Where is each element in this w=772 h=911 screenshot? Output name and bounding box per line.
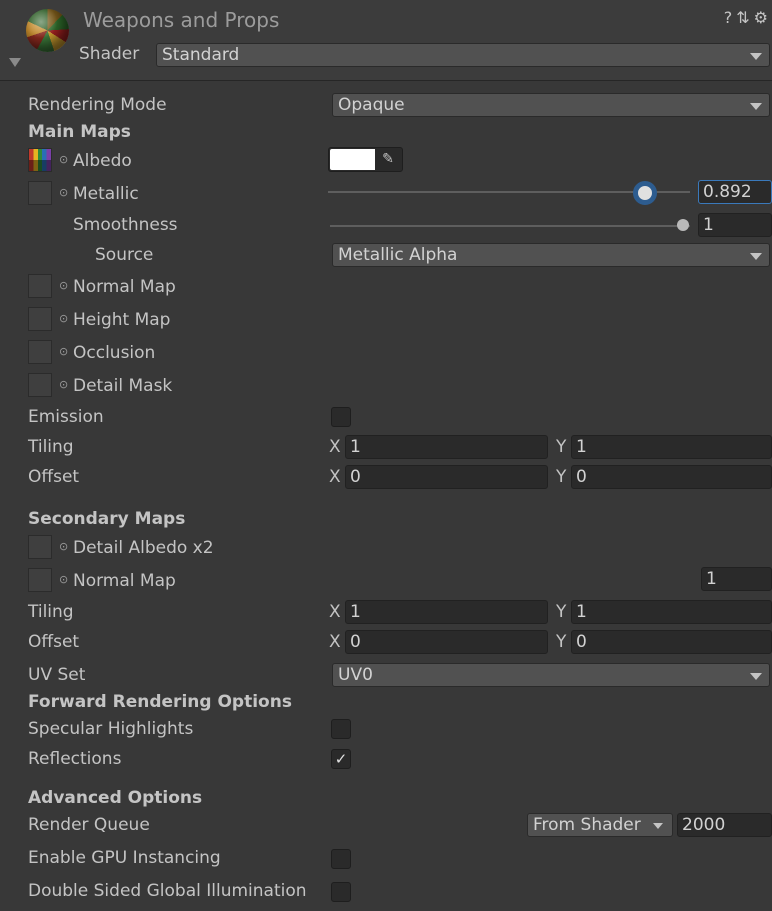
eyedropper-icon[interactable]: ✎ <box>376 150 400 169</box>
detail-mask-texture-slot[interactable] <box>28 373 52 397</box>
rendering-mode-value: Opaque <box>338 95 405 115</box>
object-picker-icon[interactable]: ⊙ <box>59 540 68 553</box>
secondary-maps-heading: Secondary Maps <box>28 509 186 529</box>
secondary-offset-label: Offset <box>28 632 80 652</box>
object-picker-icon[interactable]: ⊙ <box>59 378 68 391</box>
rendering-mode-dropdown[interactable]: Opaque <box>332 93 770 117</box>
advanced-options-heading: Advanced Options <box>28 788 203 808</box>
shader-value: Standard <box>162 45 240 65</box>
chevron-down-icon <box>750 103 762 110</box>
forward-rendering-heading: Forward Rendering Options <box>28 692 292 712</box>
uv-set-value: UV0 <box>338 665 373 685</box>
height-map-label: Height Map <box>73 310 171 330</box>
source-value: Metallic Alpha <box>338 245 458 265</box>
emission-label: Emission <box>28 407 104 427</box>
secondary-offset-y-field[interactable]: 0 <box>571 630 772 654</box>
foldout-arrow-icon[interactable] <box>9 58 21 67</box>
checkmark-icon: ✓ <box>334 750 348 768</box>
secondary-offset-x-field[interactable]: 0 <box>345 630 548 654</box>
albedo-color-field[interactable]: ✎ <box>328 147 403 172</box>
chevron-down-icon <box>750 253 762 260</box>
albedo-label: Albedo <box>73 151 132 171</box>
offset-y-field[interactable]: 0 <box>571 465 772 489</box>
tiling-y-field[interactable]: 1 <box>571 435 772 459</box>
inspector-header: Weapons and Props ?⇅⚙ Shader Standard <box>0 0 772 81</box>
metallic-texture-slot[interactable] <box>28 181 52 205</box>
double-sided-gi-label: Double Sided Global Illumination <box>28 881 307 901</box>
main-maps-heading: Main Maps <box>28 122 131 142</box>
chevron-down-icon <box>750 673 762 680</box>
material-preview-sphere[interactable] <box>26 9 69 52</box>
smoothness-source-dropdown[interactable]: Metallic Alpha <box>332 243 770 267</box>
header-icons[interactable]: ?⇅⚙ <box>724 8 772 27</box>
tiling-label: Tiling <box>28 437 74 457</box>
offset-label: Offset <box>28 467 80 487</box>
object-picker-icon[interactable]: ⊙ <box>59 345 68 358</box>
help-icon[interactable]: ? <box>724 8 737 27</box>
render-queue-mode-value: From Shader <box>533 815 641 835</box>
metallic-slider-thumb[interactable] <box>633 181 657 205</box>
gpu-instancing-label: Enable GPU Instancing <box>28 848 221 868</box>
x-axis-label: X <box>329 632 341 652</box>
albedo-color-swatch[interactable] <box>330 149 375 170</box>
object-picker-icon[interactable]: ⊙ <box>59 573 68 586</box>
secondary-tiling-y-field[interactable]: 1 <box>571 600 772 624</box>
albedo-texture-slot[interactable] <box>28 148 52 172</box>
occlusion-label: Occlusion <box>73 343 156 363</box>
metallic-label: Metallic <box>73 184 139 204</box>
emission-checkbox[interactable] <box>331 407 351 427</box>
detail-mask-label: Detail Mask <box>73 376 173 396</box>
smoothness-label: Smoothness <box>73 215 178 235</box>
chevron-down-icon <box>750 53 762 60</box>
detail-albedo-texture-slot[interactable] <box>28 535 52 559</box>
detail-albedo-label: Detail Albedo x2 <box>73 538 214 558</box>
shader-dropdown[interactable]: Standard <box>156 43 770 67</box>
y-axis-label: Y <box>556 467 567 487</box>
smoothness-slider-thumb[interactable] <box>677 219 689 231</box>
secondary-normal-map-texture-slot[interactable] <box>28 568 52 592</box>
gpu-instancing-checkbox[interactable] <box>331 849 351 869</box>
chevron-down-icon <box>653 823 663 829</box>
render-queue-label: Render Queue <box>28 815 150 835</box>
object-picker-icon[interactable]: ⊙ <box>59 186 68 199</box>
x-axis-label: X <box>329 467 341 487</box>
y-axis-label: Y <box>556 437 567 457</box>
smoothness-slider-track[interactable] <box>330 225 690 227</box>
occlusion-texture-slot[interactable] <box>28 340 52 364</box>
y-axis-label: Y <box>556 602 567 622</box>
normal-map-label: Normal Map <box>73 277 176 297</box>
uv-set-label: UV Set <box>28 665 86 685</box>
presets-icon[interactable]: ⇅ <box>736 8 753 27</box>
reflections-checkbox[interactable]: ✓ <box>331 749 351 769</box>
double-sided-gi-checkbox[interactable] <box>331 882 351 902</box>
specular-highlights-checkbox[interactable] <box>331 719 351 739</box>
object-picker-icon[interactable]: ⊙ <box>59 153 68 166</box>
uv-set-dropdown[interactable]: UV0 <box>332 663 770 687</box>
object-picker-icon[interactable]: ⊙ <box>59 279 68 292</box>
secondary-tiling-x-field[interactable]: 1 <box>345 600 548 624</box>
x-axis-label: X <box>329 602 341 622</box>
secondary-tiling-label: Tiling <box>28 602 74 622</box>
x-axis-label: X <box>329 437 341 457</box>
secondary-normal-scale-field[interactable]: 1 <box>701 567 772 591</box>
offset-x-field[interactable]: 0 <box>345 465 548 489</box>
render-queue-mode-dropdown[interactable]: From Shader <box>527 813 673 837</box>
normal-map-texture-slot[interactable] <box>28 274 52 298</box>
reflections-label: Reflections <box>28 749 122 769</box>
material-name: Weapons and Props <box>83 8 280 32</box>
tiling-x-field[interactable]: 1 <box>345 435 548 459</box>
shader-label: Shader <box>79 44 140 64</box>
gear-icon[interactable]: ⚙ <box>754 8 772 27</box>
object-picker-icon[interactable]: ⊙ <box>59 312 68 325</box>
metallic-value-field[interactable]: 0.892 <box>698 180 772 204</box>
specular-highlights-label: Specular Highlights <box>28 719 194 739</box>
y-axis-label: Y <box>556 632 567 652</box>
height-map-texture-slot[interactable] <box>28 307 52 331</box>
secondary-normal-map-label: Normal Map <box>73 571 176 591</box>
source-label: Source <box>95 245 154 265</box>
rendering-mode-label: Rendering Mode <box>28 95 167 115</box>
smoothness-value-field[interactable]: 1 <box>698 213 772 237</box>
render-queue-value-field[interactable]: 2000 <box>677 813 772 837</box>
